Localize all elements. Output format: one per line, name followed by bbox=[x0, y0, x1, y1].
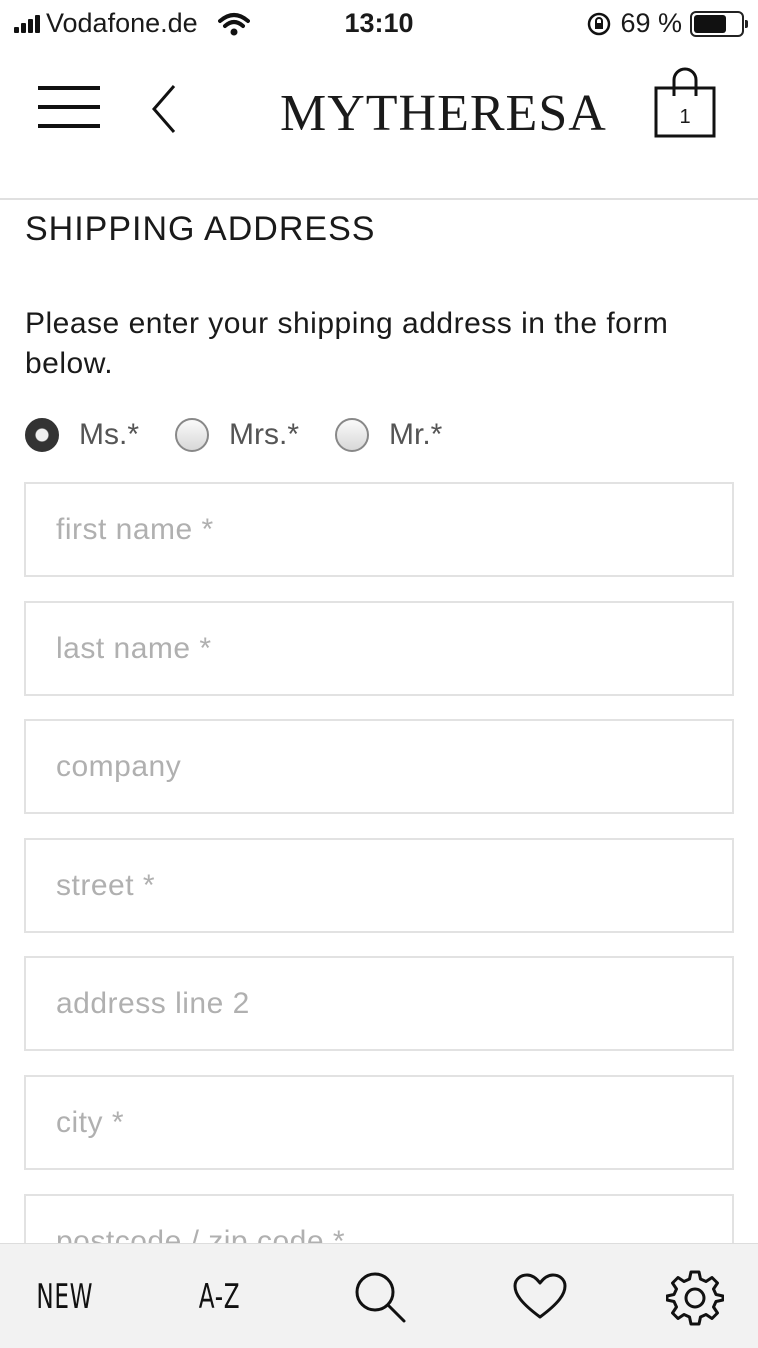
brand-logo[interactable]: MYTHERESA bbox=[280, 84, 607, 143]
app-header: MYTHERESA 1 bbox=[0, 52, 758, 200]
salutation-mr[interactable]: Mr.* bbox=[335, 418, 442, 452]
cart-count-badge: 1 bbox=[679, 106, 691, 128]
salutation-ms[interactable]: Ms.* bbox=[25, 418, 139, 452]
city-input[interactable] bbox=[26, 1077, 732, 1168]
shopping-bag-icon bbox=[654, 67, 716, 138]
radio-button[interactable] bbox=[175, 418, 209, 452]
city-field[interactable] bbox=[24, 1075, 734, 1170]
battery-percent: 69 % bbox=[620, 8, 682, 38]
salutation-group: Ms.* Mrs.* Mr.* bbox=[25, 418, 478, 452]
search-icon bbox=[355, 1272, 406, 1322]
radio-button[interactable] bbox=[335, 418, 369, 452]
tab-new-label: NEW bbox=[36, 1276, 94, 1317]
address-line-2-field[interactable] bbox=[24, 956, 734, 1051]
radio-label: Mr.* bbox=[389, 418, 443, 451]
salutation-mrs[interactable]: Mrs.* bbox=[175, 418, 299, 452]
radio-label: Mrs.* bbox=[229, 418, 299, 451]
address-line-2-input[interactable] bbox=[26, 958, 732, 1049]
tab-new[interactable]: NEW bbox=[20, 1244, 110, 1348]
radio-label: Ms.* bbox=[79, 418, 139, 451]
radio-button[interactable] bbox=[25, 418, 59, 452]
company-input[interactable] bbox=[26, 721, 732, 812]
tab-settings[interactable] bbox=[655, 1244, 735, 1348]
form-intro: Please enter your shipping address in th… bbox=[25, 307, 669, 380]
last-name-input[interactable] bbox=[26, 603, 732, 694]
street-field[interactable] bbox=[24, 838, 734, 933]
back-button[interactable] bbox=[146, 82, 180, 136]
page-title: SHIPPING ADDRESS bbox=[25, 210, 376, 248]
battery-icon bbox=[690, 10, 748, 37]
tab-wishlist[interactable] bbox=[500, 1244, 580, 1348]
heart-icon bbox=[513, 1273, 567, 1318]
company-field[interactable] bbox=[24, 719, 734, 814]
status-bar: Vodafone.de 13:10 69 % bbox=[0, 0, 758, 48]
street-input[interactable] bbox=[26, 840, 732, 931]
tab-search[interactable] bbox=[340, 1244, 420, 1348]
tab-a-z[interactable]: A-Z bbox=[175, 1244, 265, 1348]
tab-a-z-label: A-Z bbox=[199, 1276, 241, 1317]
menu-button[interactable] bbox=[38, 84, 100, 130]
status-right: 69 % bbox=[586, 8, 748, 39]
bottom-tab-bar: NEW A-Z bbox=[0, 1243, 758, 1348]
gear-icon bbox=[666, 1270, 724, 1325]
rotation-lock-icon bbox=[588, 12, 611, 35]
shopping-bag-button[interactable]: 1 bbox=[650, 66, 720, 142]
last-name-field[interactable] bbox=[24, 601, 734, 696]
first-name-field[interactable] bbox=[24, 482, 734, 577]
first-name-input[interactable] bbox=[26, 484, 732, 575]
chevron-left-icon bbox=[152, 85, 176, 133]
